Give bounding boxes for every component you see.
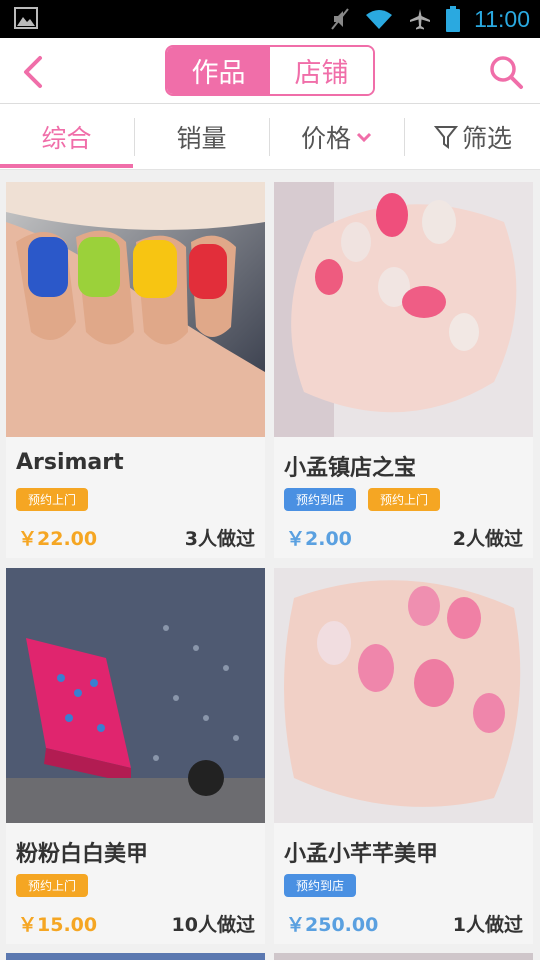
battery-icon [446,6,461,32]
tag-badge: 预约到店 [284,488,357,511]
tab-comprehensive[interactable]: 综合 [0,104,133,170]
done-count: 10人做过 [171,914,255,936]
active-tab-indicator [0,164,133,168]
top-bar: 作品 店铺 [0,38,540,104]
product-card-partial[interactable] [274,953,533,960]
product-image [274,568,533,823]
tab-filter[interactable]: 筛选 [405,104,540,170]
tab-sales[interactable]: 销量 [135,104,268,170]
tab-label: 价格 [300,124,351,153]
mute-icon [331,8,349,30]
filter-icon [433,126,459,149]
product-price: ￥250.00 [286,914,379,936]
product-title: 小孟镇店之宝 [284,456,417,481]
wifi-icon [366,10,393,29]
product-price: ￥15.00 [18,914,98,936]
done-count: 2人做过 [452,528,523,550]
tab-price[interactable]: 价格 [270,104,404,170]
product-image [274,182,533,437]
tag-badge: 预约上门 [16,488,89,511]
done-count: 3人做过 [184,528,255,550]
product-card[interactable]: Arsimart 预约上门 ￥22.00 3人做过 [6,182,265,558]
product-title: Arsimart [16,450,124,475]
segment-shops[interactable]: 店铺 [270,47,373,94]
product-card-partial[interactable] [6,953,265,960]
tag-badge: 预约到店 [284,874,357,897]
tab-label: 筛选 [461,124,512,153]
badge-group: 预约到店 预约上门 [284,488,441,511]
badge-group: 预约到店 [284,874,357,897]
product-price: ￥2.00 [286,528,352,550]
search-icon[interactable] [486,52,526,92]
chevron-down-icon [356,132,372,143]
airplane-mode-icon [410,9,431,30]
tab-label: 销量 [176,124,227,153]
product-image [6,182,265,437]
product-card[interactable]: 小孟小芊芊美甲 预约到店 ￥250.00 1人做过 [274,568,533,944]
segment-works[interactable]: 作品 [167,47,270,94]
badge-group: 预约上门 [16,488,89,511]
done-count: 1人做过 [452,914,523,936]
segment-control: 作品 店铺 [165,45,375,96]
back-icon[interactable] [14,52,54,92]
status-bar: 11:00 [0,0,540,38]
product-card[interactable]: 小孟镇店之宝 预约到店 预约上门 ￥2.00 2人做过 [274,182,533,558]
sort-tabs: 综合 销量 价格 筛选 [0,104,540,170]
tag-badge: 预约上门 [368,488,441,511]
tab-label: 综合 [41,124,92,153]
product-price: ￥22.00 [18,528,98,550]
product-card[interactable]: 粉粉白白美甲 预约上门 ￥15.00 10人做过 [6,568,265,944]
product-title: 粉粉白白美甲 [16,842,149,867]
tag-badge: 预约上门 [16,874,89,897]
badge-group: 预约上门 [16,874,89,897]
image-notification-icon [14,7,38,29]
clock: 11:00 [474,5,530,32]
product-image [6,568,265,823]
product-title: 小孟小芊芊美甲 [284,842,439,867]
